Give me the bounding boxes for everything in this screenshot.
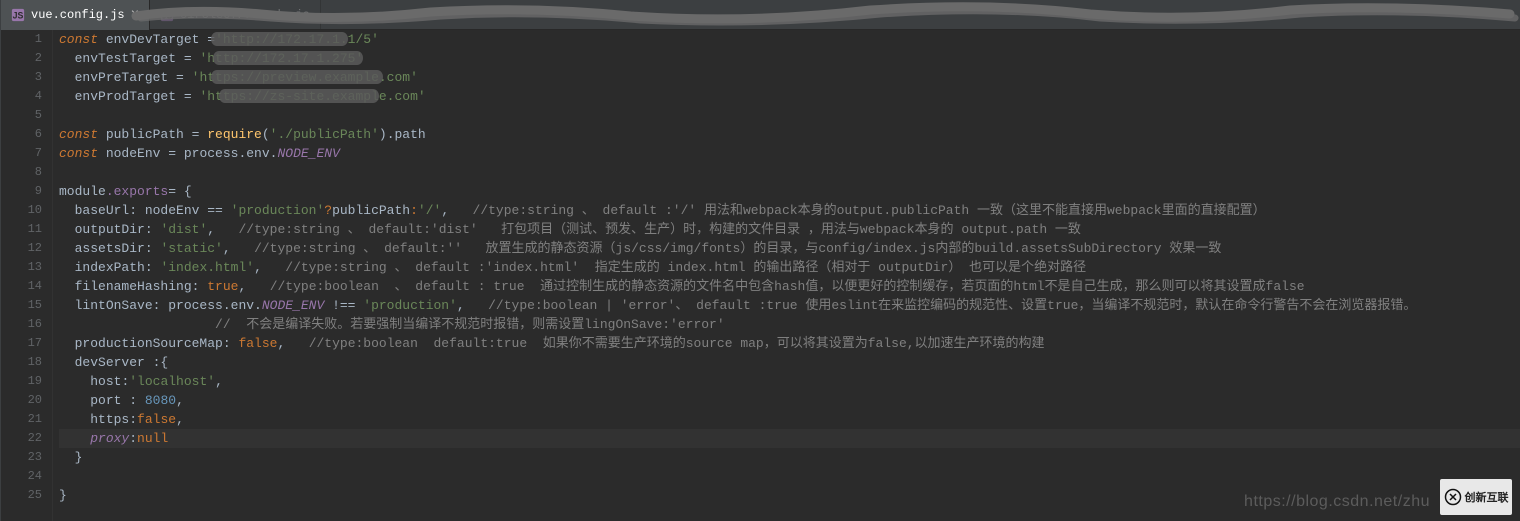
line-number: 17: [1, 334, 42, 353]
line-number: 25: [1, 486, 42, 505]
line-number: 22: [1, 429, 42, 448]
line-number: 13: [1, 258, 42, 277]
code-line: const nodeEnv = process.env.NODE_ENV: [59, 144, 1520, 163]
code-line: [59, 467, 1520, 486]
line-number: 15: [1, 296, 42, 315]
line-number: 10: [1, 201, 42, 220]
line-number: 1: [1, 30, 42, 49]
tab-label: circleOfFriends.js: [180, 8, 310, 22]
code-line: indexPath: 'index.html', //type:string 、…: [59, 258, 1520, 277]
code-line: envPreTarget = 'https://preview.example.…: [59, 68, 1520, 87]
code-line: lintOnSave: process.env.NODE_ENV !== 'pr…: [59, 296, 1520, 315]
code-line: }: [59, 448, 1520, 467]
line-number: 23: [1, 448, 42, 467]
code-line: [59, 163, 1520, 182]
code-content[interactable]: const envDevTarget ='http://172.17.1.1/5…: [53, 30, 1520, 521]
line-number: 12: [1, 239, 42, 258]
line-number: 18: [1, 353, 42, 372]
code-line: // 不会是编译失败。若要强制当编译不规范时报错，则需设置lingOnSave:…: [59, 315, 1520, 334]
code-line: https:false,: [59, 410, 1520, 429]
tab-vue-config[interactable]: JS vue.config.js ×: [1, 0, 150, 30]
watermark-url: https://blog.csdn.net/zhu: [1244, 493, 1430, 511]
line-number: 9: [1, 182, 42, 201]
code-line: productionSourceMap: false, //type:boole…: [59, 334, 1520, 353]
code-line: const publicPath = require('./publicPath…: [59, 125, 1520, 144]
svg-text:JS: JS: [162, 10, 173, 20]
logo-badge: 创新互联: [1440, 479, 1512, 515]
line-number: 3: [1, 68, 42, 87]
line-number: 20: [1, 391, 42, 410]
redaction-scribble: [131, 0, 1520, 30]
code-line: host:'localhost',: [59, 372, 1520, 391]
code-line: envProdTarget = 'https://zs-site.example…: [59, 87, 1520, 106]
code-line: devServer :{: [59, 353, 1520, 372]
line-number: 6: [1, 125, 42, 144]
code-line: const envDevTarget ='http://172.17.1.1/5…: [59, 30, 1520, 49]
line-number: 24: [1, 467, 42, 486]
code-line: [59, 106, 1520, 125]
line-number: 4: [1, 87, 42, 106]
tab-bar: JS vue.config.js × JS circleOfFriends.js: [1, 0, 1520, 30]
line-number: 5: [1, 106, 42, 125]
logo-text: 创新互联: [1465, 489, 1509, 505]
code-editor[interactable]: 1 2 3 4 5 6 7 8 9 10 11 12 13 14 15 16 1…: [1, 30, 1520, 521]
code-line: module.exports= {: [59, 182, 1520, 201]
js-file-icon: JS: [11, 8, 25, 22]
line-number: 2: [1, 49, 42, 68]
editor-window: JS vue.config.js × JS circleOfFriends.js…: [0, 0, 1520, 521]
code-line: port : 8080,: [59, 391, 1520, 410]
line-number: 14: [1, 277, 42, 296]
line-number: 21: [1, 410, 42, 429]
tab-circle-friends[interactable]: JS circleOfFriends.js: [150, 0, 321, 30]
svg-text:JS: JS: [13, 10, 24, 20]
close-icon[interactable]: ×: [131, 7, 139, 23]
js-file-icon: JS: [160, 8, 174, 22]
logo-icon: [1444, 488, 1462, 506]
line-number: 16: [1, 315, 42, 334]
tab-label: vue.config.js: [31, 8, 125, 22]
code-line: filenameHashing: true, //type:boolean 、 …: [59, 277, 1520, 296]
line-number: 8: [1, 163, 42, 182]
code-line: outputDir: 'dist', //type:string 、 defau…: [59, 220, 1520, 239]
code-line: baseUrl: nodeEnv == 'production'?publicP…: [59, 201, 1520, 220]
code-line: assetsDir: 'static', //type:string 、 def…: [59, 239, 1520, 258]
code-line: envTestTarget = 'http://172.17.1.275': [59, 49, 1520, 68]
line-number: 11: [1, 220, 42, 239]
line-number: 7: [1, 144, 42, 163]
code-line-current: proxy:null: [59, 429, 1520, 448]
line-gutter: 1 2 3 4 5 6 7 8 9 10 11 12 13 14 15 16 1…: [1, 30, 53, 521]
line-number: 19: [1, 372, 42, 391]
